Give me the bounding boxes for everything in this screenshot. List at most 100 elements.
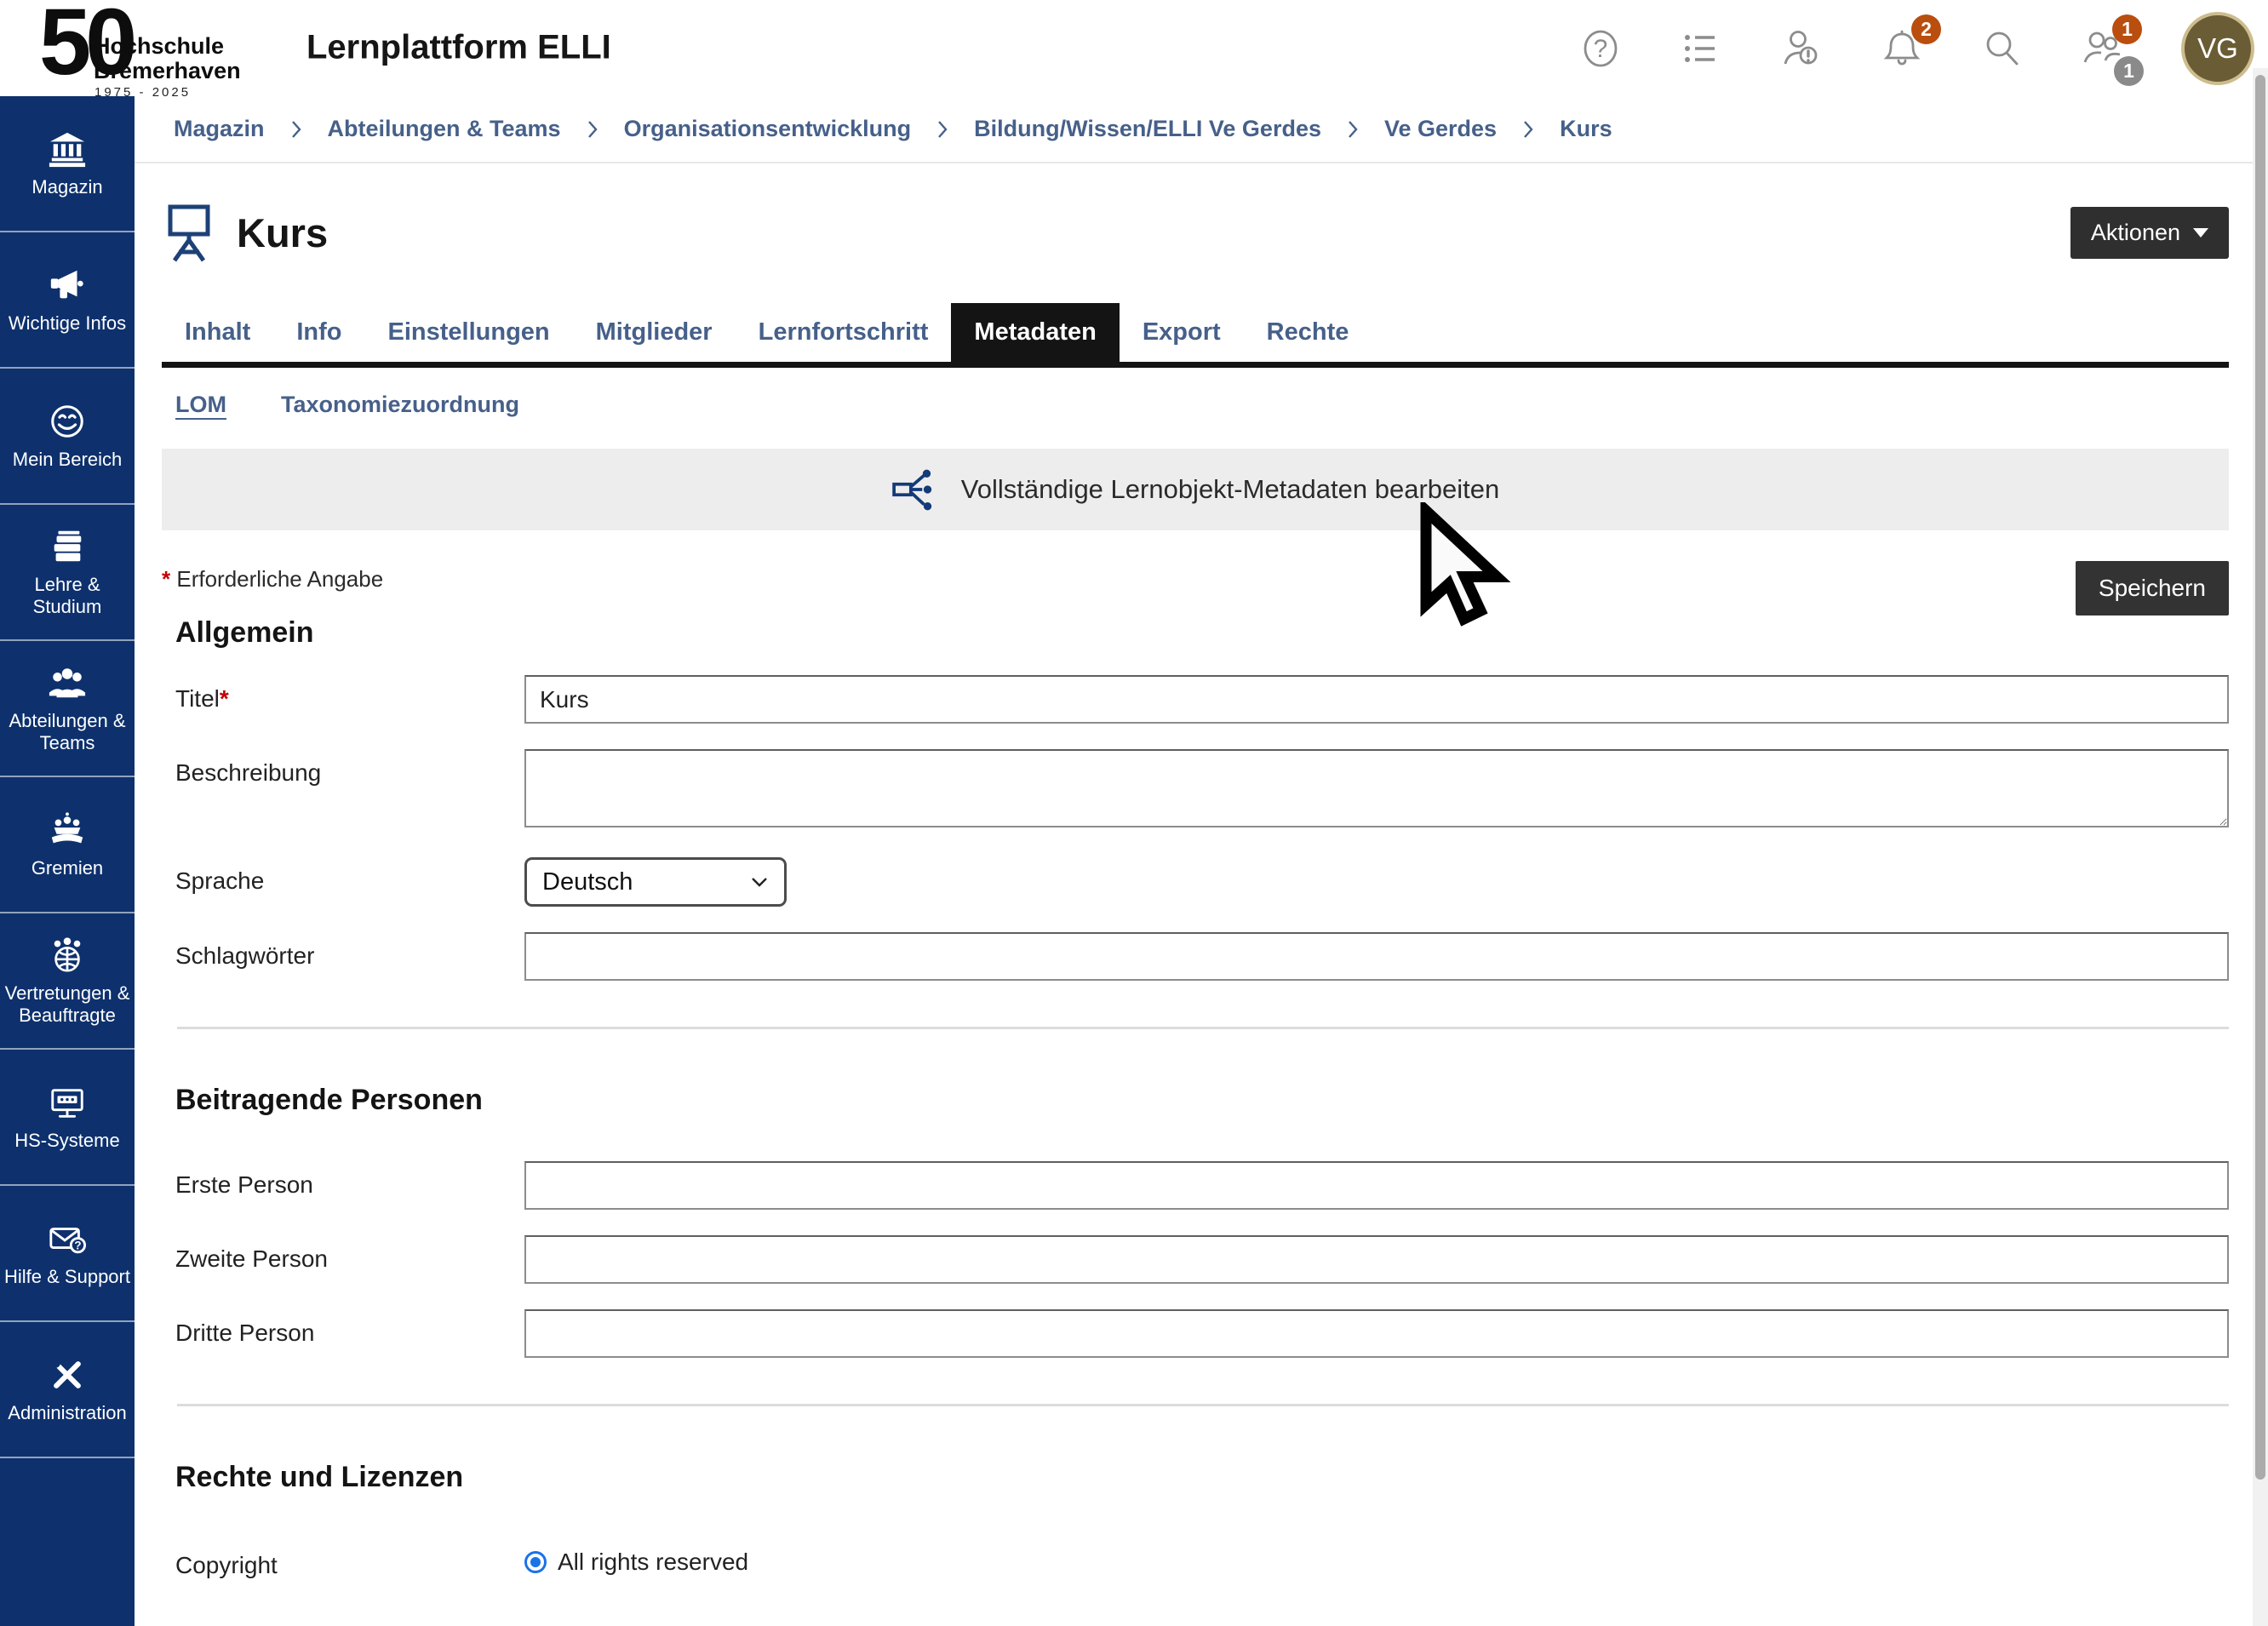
breadcrumb-item[interactable]: Ve Gerdes xyxy=(1384,116,1497,142)
sidebar-item-label: HS-Systeme xyxy=(12,1130,122,1152)
dritte-person-input[interactable] xyxy=(524,1309,2229,1358)
titel-label: Titel* xyxy=(175,675,524,713)
form-row-zweite-person: Zweite Person xyxy=(162,1235,2229,1284)
breadcrumb-item-current[interactable]: Kurs xyxy=(1560,116,1612,142)
help-icon[interactable]: ? xyxy=(1578,26,1623,71)
tab-rechte[interactable]: Rechte xyxy=(1244,303,1372,362)
sidebar-item-lehre-studium[interactable]: Lehre & Studium xyxy=(0,505,135,641)
edit-full-metadata-banner[interactable]: Vollständige Lernobjekt-Metadaten bearbe… xyxy=(162,449,2229,530)
tab-bar: Inhalt Info Einstellungen Mitglieder Ler… xyxy=(162,303,2229,368)
avatar[interactable]: VG xyxy=(2181,12,2254,85)
bell-icon[interactable]: 2 xyxy=(1880,26,1924,71)
user-status-icon[interactable] xyxy=(1779,26,1824,71)
beschreibung-textarea[interactable] xyxy=(524,749,2229,827)
tab-inhalt[interactable]: Inhalt xyxy=(162,303,273,362)
aktionen-label: Aktionen xyxy=(2091,220,2180,246)
sidebar-item-abteilungen-teams[interactable]: Abteilungen & Teams xyxy=(0,641,135,777)
top-header: 50 Hochschule Bremerhaven 1975 - 2025 Le… xyxy=(0,0,2268,96)
chevron-right-icon xyxy=(936,119,948,140)
users-icon[interactable]: 1 1 xyxy=(2081,26,2125,71)
sidebar-item-label: Abteilungen & Teams xyxy=(0,710,135,754)
sprache-label: Sprache xyxy=(175,857,524,895)
scrollbar-thumb[interactable] xyxy=(2255,75,2265,1480)
header-icon-bar: ? xyxy=(1578,0,2254,96)
logo-line1: Hochschule xyxy=(94,34,241,59)
tab-info[interactable]: Info xyxy=(273,303,364,362)
breadcrumb-item[interactable]: Abteilungen & Teams xyxy=(328,116,561,142)
tab-mitglieder[interactable]: Mitglieder xyxy=(573,303,736,362)
speichern-button[interactable]: Speichern xyxy=(2076,561,2229,615)
sidebar: Magazin Wichtige Infos Mein Bereich Lehr… xyxy=(0,96,135,1626)
schlagwoerter-input[interactable] xyxy=(524,932,2229,981)
tab-metadaten[interactable]: Metadaten xyxy=(951,303,1119,362)
sidebar-item-label: Magazin xyxy=(29,176,105,198)
erste-person-label: Erste Person xyxy=(175,1161,524,1199)
sidebar-item-administration[interactable]: Administration xyxy=(0,1322,135,1458)
smiley-icon xyxy=(48,402,87,441)
page-title: Kurs xyxy=(237,209,328,256)
radio-selected-icon[interactable] xyxy=(524,1551,547,1573)
logo-years: 1975 - 2025 xyxy=(94,85,191,100)
breadcrumb: Magazin Abteilungen & Teams Organisation… xyxy=(135,96,2268,163)
caret-down-icon xyxy=(2193,228,2208,238)
form-row-sprache: Sprache Deutsch xyxy=(162,857,2229,907)
page-title-row: Kurs Aktionen xyxy=(162,201,2229,264)
form-row-dritte-person: Dritte Person xyxy=(162,1309,2229,1358)
zweite-person-label: Zweite Person xyxy=(175,1235,524,1273)
users-badge-bottom: 1 xyxy=(2114,56,2144,86)
copyright-radio-option[interactable]: All rights reserved xyxy=(524,1542,2229,1576)
list-icon[interactable] xyxy=(1679,26,1723,71)
breadcrumb-item[interactable]: Organisationsentwicklung xyxy=(624,116,912,142)
form-header: * Erforderliche Angabe Speichern Allgeme… xyxy=(162,566,2229,650)
sidebar-item-label: Lehre & Studium xyxy=(0,574,135,618)
app-title: Lernplattform ELLI xyxy=(306,29,611,67)
zweite-person-input[interactable] xyxy=(524,1235,2229,1284)
form-row-beschreibung: Beschreibung xyxy=(162,749,2229,832)
titel-input[interactable] xyxy=(524,675,2229,724)
sidebar-item-vertretungen[interactable]: Vertretungen & Beauftragte xyxy=(0,913,135,1050)
breadcrumb-item[interactable]: Magazin xyxy=(174,116,265,142)
sidebar-item-magazin[interactable]: Magazin xyxy=(0,96,135,232)
university-logo: 50 Hochschule Bremerhaven 1975 - 2025 xyxy=(39,3,320,94)
section-divider xyxy=(177,1027,2229,1029)
sidebar-item-wichtige-infos[interactable]: Wichtige Infos xyxy=(0,232,135,369)
section-title-beitragende: Beitragende Personen xyxy=(175,1084,2229,1117)
sidebar-item-hilfe-support[interactable]: ? Hilfe & Support xyxy=(0,1186,135,1322)
erste-person-input[interactable] xyxy=(524,1161,2229,1210)
sidebar-item-hs-systeme[interactable]: HS-Systeme xyxy=(0,1050,135,1186)
bell-badge: 2 xyxy=(1911,14,1941,44)
subtab-taxonomiezuordnung[interactable]: Taxonomiezuordnung xyxy=(281,392,519,418)
logo-line2: Bremerhaven xyxy=(94,59,241,83)
sidebar-item-gremien[interactable]: Gremien xyxy=(0,777,135,913)
screen: 50 Hochschule Bremerhaven 1975 - 2025 Le… xyxy=(0,0,2268,1626)
search-icon[interactable] xyxy=(1980,26,2025,71)
breadcrumb-item[interactable]: Bildung/Wissen/ELLI Ve Gerdes xyxy=(974,116,1321,142)
subtab-lom[interactable]: LOM xyxy=(175,392,226,418)
sidebar-item-mein-bereich[interactable]: Mein Bereich xyxy=(0,369,135,505)
form-row-schlagwoerter: Schlagwörter xyxy=(162,932,2229,981)
copyright-option-label: All rights reserved xyxy=(558,1549,748,1576)
bank-icon xyxy=(48,129,87,169)
schlagwoerter-label: Schlagwörter xyxy=(175,932,524,970)
content-area: Magazin Abteilungen & Teams Organisation… xyxy=(135,96,2268,1626)
sidebar-item-label: Administration xyxy=(5,1402,129,1424)
svg-text:?: ? xyxy=(1594,35,1608,63)
form-row-titel: Titel* xyxy=(162,675,2229,724)
group-icon xyxy=(48,663,87,702)
form-row-erste-person: Erste Person xyxy=(162,1161,2229,1210)
section-title-rechte: Rechte und Lizenzen xyxy=(175,1461,2229,1494)
chevron-right-icon xyxy=(1347,119,1359,140)
tab-lernfortschritt[interactable]: Lernfortschritt xyxy=(736,303,952,362)
radio-dot xyxy=(530,1557,541,1567)
scrollbar-track[interactable] xyxy=(2253,68,2268,1626)
sidebar-item-label: Wichtige Infos xyxy=(6,312,129,335)
sprache-select[interactable]: Deutsch xyxy=(524,857,787,907)
beschreibung-label: Beschreibung xyxy=(175,749,524,787)
sidebar-item-label: Vertretungen & Beauftragte xyxy=(0,982,135,1027)
tab-export[interactable]: Export xyxy=(1120,303,1244,362)
aktionen-button[interactable]: Aktionen xyxy=(2070,207,2229,259)
banner-label: Vollständige Lernobjekt-Metadaten bearbe… xyxy=(961,474,1500,505)
required-asterisk: * xyxy=(162,566,170,592)
tab-einstellungen[interactable]: Einstellungen xyxy=(365,303,573,362)
required-hint: * Erforderliche Angabe xyxy=(162,566,2229,593)
